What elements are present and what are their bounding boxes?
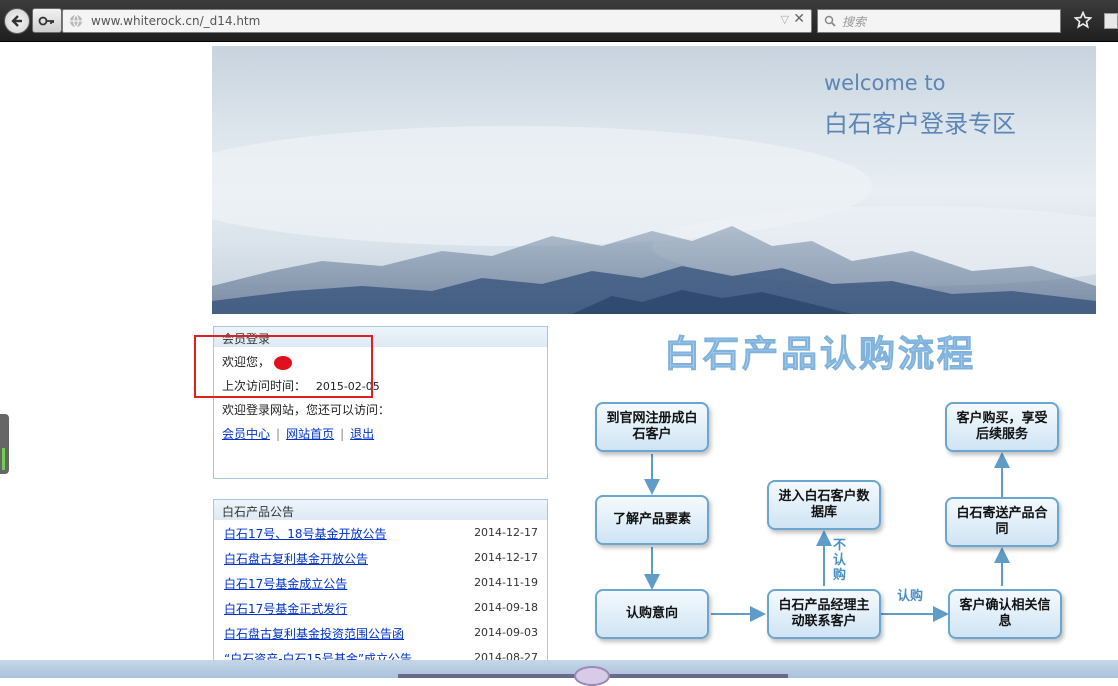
url-text: www.whiterock.cn/_d14.htm — [91, 14, 261, 28]
flow-node-register: 到官网注册成白石客户 — [595, 402, 709, 452]
flow-node-service: 客户购买，享受后续服务 — [945, 402, 1059, 452]
banner-title: 白石客户登录专区 — [824, 110, 1016, 138]
notice-date: 2014-11-19 — [474, 576, 538, 589]
notice-date: 2014-09-03 — [474, 626, 538, 639]
browser-toolbar: www.whiterock.cn/_d14.htm ▽ ✕ 搜索 — [0, 0, 1118, 42]
back-arrow-icon — [11, 15, 22, 27]
site-identity-button[interactable] — [32, 8, 62, 33]
notice-title[interactable]: 白石17号基金正式发行 — [224, 602, 347, 616]
product-announcements-panel: 白石产品公告 白石17号、18号基金开放公告 2014-12-17 白石盘古复利基… — [213, 499, 548, 669]
member-center-link[interactable]: 会员中心 — [222, 427, 270, 441]
globe-icon — [70, 14, 82, 28]
notice-title[interactable]: 白石盘古复利基金投资范围公告函 — [224, 627, 404, 641]
list-item[interactable]: 白石17号、18号基金开放公告 2014-12-17 — [224, 525, 538, 545]
url-bar[interactable]: www.whiterock.cn/_d14.htm ▽ ✕ — [62, 9, 812, 33]
flow-node-database: 进入白石客户数据库 — [767, 480, 881, 530]
menu-icon[interactable] — [1104, 13, 1118, 29]
flow-label-not-subscribe: 不认购 — [833, 538, 847, 583]
search-icon — [824, 15, 836, 27]
notice-title[interactable]: 白石17号、18号基金开放公告 — [224, 527, 387, 541]
flow-label-subscribe: 认购 — [897, 589, 924, 604]
flow-node-confirm: 客户确认相关信息 — [948, 589, 1062, 639]
flow-node-manager: 白石产品经理主动联系客户 — [767, 589, 881, 639]
search-placeholder: 搜索 — [842, 14, 867, 29]
flow-node-understand: 了解产品要素 — [595, 495, 709, 545]
list-item[interactable]: 白石盘古复利基金投资范围公告函 2014-09-03 — [224, 625, 538, 645]
panel-header: 白石产品公告 — [214, 500, 547, 520]
notice-date: 2014-12-17 — [474, 551, 538, 564]
mountain-mist-image — [212, 126, 1096, 314]
search-bar[interactable]: 搜索 — [817, 9, 1061, 33]
stop-icon[interactable]: ✕ — [793, 11, 805, 27]
login-links: 会员中心 | 网站首页 | 退出 — [222, 427, 375, 441]
side-widget[interactable] — [0, 414, 9, 474]
key-icon — [38, 16, 54, 25]
notice-title[interactable]: 白石盘古复利基金开放公告 — [224, 552, 368, 566]
bookmark-star-icon[interactable] — [1071, 8, 1095, 32]
back-button[interactable] — [4, 8, 30, 34]
flow-node-intent: 认购意向 — [595, 589, 709, 639]
start-orb-icon[interactable] — [574, 666, 610, 686]
list-item[interactable]: 白石17号基金正式发行 2014-09-18 — [224, 600, 538, 620]
flow-title: 白石产品认购流程 — [663, 334, 976, 376]
banner: welcome to 白石客户登录专区 — [212, 46, 1096, 314]
list-item[interactable]: 白石17号基金成立公告 2014-11-19 — [224, 575, 538, 595]
highlight-box — [194, 335, 373, 398]
home-link[interactable]: 网站首页 — [286, 427, 334, 441]
list-item[interactable]: 白石盘古复利基金开放公告 2014-12-17 — [224, 550, 538, 570]
flow-node-contract: 白石寄送产品合同 — [945, 497, 1059, 547]
logout-link[interactable]: 退出 — [350, 427, 374, 441]
notice-date: 2014-12-17 — [474, 526, 538, 539]
notice-title[interactable]: 白石17号基金成立公告 — [224, 577, 347, 591]
banner-welcome: welcome to — [824, 71, 946, 95]
access-text: 欢迎登录网站，您还可以访问： — [222, 403, 391, 417]
taskbar — [0, 660, 1118, 686]
dropdown-icon[interactable]: ▽ — [781, 13, 789, 26]
notice-date: 2014-09-18 — [474, 601, 538, 614]
